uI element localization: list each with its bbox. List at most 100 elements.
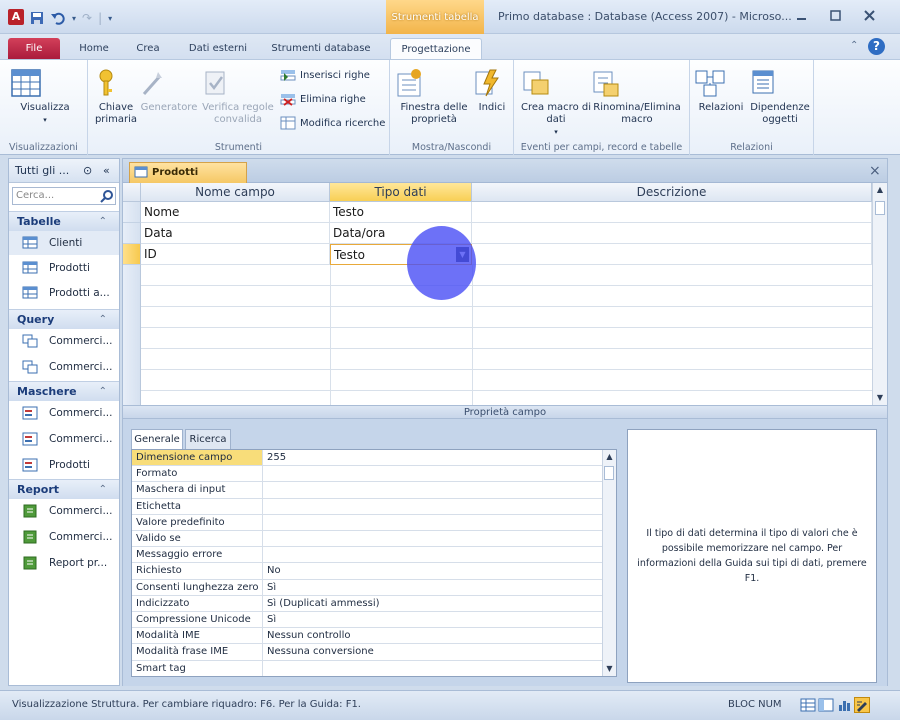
nav-item-maschera-prodotti[interactable]: Prodotti [9, 453, 119, 477]
tab-home[interactable]: Home [72, 38, 116, 60]
indici-button[interactable]: Indici [474, 68, 510, 114]
elimina-righe-button[interactable]: Elimina righe [280, 92, 366, 106]
dipendenze-oggetti-button[interactable]: Dipendenze oggetti [748, 68, 812, 126]
field-name-cell[interactable]: Nome [141, 202, 330, 223]
pivot-chart-view-icon[interactable] [836, 697, 852, 713]
column-header-tipo-dati[interactable]: Tipo dati [330, 183, 472, 202]
scroll-thumb[interactable] [604, 466, 614, 480]
scroll-up-icon[interactable]: ▲ [873, 183, 887, 197]
nav-item-query-1[interactable]: Commerci... [9, 329, 119, 353]
verifica-regole-convalida-button[interactable]: Verifica regole convalida [200, 68, 276, 126]
undo-icon[interactable] [50, 11, 66, 25]
nav-section-report[interactable]: Report ⌃ [9, 479, 119, 499]
description-cell[interactable] [472, 244, 872, 265]
tab-generale[interactable]: Generale [131, 429, 183, 450]
property-value-field[interactable] [265, 466, 601, 481]
data-type-cell[interactable]: Testo [330, 202, 472, 223]
field-name-cell[interactable]: Data [141, 223, 330, 244]
minimize-button[interactable] [788, 6, 816, 26]
inserisci-righe-button[interactable]: Inserisci righe [280, 68, 370, 82]
property-value-field[interactable]: Nessuna conversione [265, 644, 601, 659]
redo-icon[interactable]: ↷ [82, 11, 92, 25]
column-header-descrizione[interactable]: Descrizione [472, 183, 872, 202]
collapse-pane-icon[interactable]: « [103, 159, 110, 183]
nav-item-report-3[interactable]: Report pr... [9, 551, 119, 575]
nav-item-prodotti[interactable]: Prodotti [9, 256, 119, 280]
document-tab-prodotti-acquistati[interactable]: Prodotti acquistati [129, 162, 247, 198]
empty-grid-rows[interactable] [123, 265, 872, 405]
tab-crea[interactable]: Crea [126, 38, 170, 60]
nav-item-report-1[interactable]: Commerci... [9, 499, 119, 523]
nav-pane-header[interactable]: Tutti gli ... ⊙ « [9, 159, 119, 183]
column-header-nome-campo[interactable]: Nome campo [141, 183, 330, 202]
nav-item-report-2[interactable]: Commerci... [9, 525, 119, 549]
tab-dati-esterni[interactable]: Dati esterni [178, 38, 258, 60]
description-cell[interactable] [472, 202, 872, 223]
access-app-icon[interactable]: A [8, 9, 24, 25]
collapse-section-icon[interactable]: ⌃ [99, 382, 107, 402]
property-value-field[interactable] [265, 661, 601, 676]
save-icon[interactable] [30, 11, 44, 25]
rinomina-elimina-macro-button[interactable]: Rinomina/Elimina macro [590, 68, 684, 126]
minimize-ribbon-icon[interactable]: ⌃ [850, 40, 858, 51]
property-value-field[interactable]: Sì [265, 612, 601, 627]
nav-item-maschera-2[interactable]: Commerci... [9, 427, 119, 451]
property-value-field[interactable]: No [265, 563, 601, 578]
grid-vertical-scrollbar[interactable]: ▲ ▼ [872, 183, 887, 405]
property-name: Compressione Unicode [132, 612, 263, 628]
property-value-field[interactable]: 255 [265, 450, 601, 465]
nav-dropdown-icon[interactable]: ⊙ [83, 159, 92, 183]
row-selector[interactable] [123, 202, 141, 223]
relazioni-button[interactable]: Relazioni [694, 68, 748, 114]
property-value-field[interactable] [265, 482, 601, 497]
nav-section-tabelle[interactable]: Tabelle ⌃ [9, 211, 119, 231]
tab-file[interactable]: File [8, 38, 60, 60]
customize-qat-icon[interactable]: ▾ [108, 14, 112, 23]
collapse-section-icon[interactable]: ⌃ [99, 212, 107, 232]
close-document-icon[interactable]: × [869, 163, 881, 179]
maximize-button[interactable] [822, 6, 850, 26]
close-button[interactable] [856, 6, 884, 26]
collapse-section-icon[interactable]: ⌃ [99, 310, 107, 330]
collapse-section-icon[interactable]: ⌃ [99, 480, 107, 500]
datasheet-view-icon[interactable] [800, 697, 816, 713]
pivot-table-view-icon[interactable] [818, 697, 834, 713]
property-value-field[interactable] [265, 547, 601, 562]
property-value-field[interactable] [265, 515, 601, 530]
finestra-proprieta-button[interactable]: Finestra delle proprietà [394, 68, 474, 126]
nav-item-clienti[interactable]: Clienti [9, 231, 119, 255]
property-value-field[interactable]: Nessun controllo [265, 628, 601, 643]
design-view-icon[interactable] [854, 697, 870, 713]
chevron-down-icon[interactable]: ▾ [72, 14, 76, 23]
nav-section-maschere[interactable]: Maschere ⌃ [9, 381, 119, 401]
property-value-field[interactable] [265, 531, 601, 546]
help-icon[interactable]: ? [868, 38, 885, 55]
property-value-field[interactable]: Sì [265, 580, 601, 595]
modifica-ricerche-button[interactable]: Modifica ricerche [280, 116, 385, 130]
scroll-down-icon[interactable]: ▼ [873, 391, 887, 405]
nav-search-field[interactable]: Cerca... [12, 187, 116, 205]
tab-strumenti-database[interactable]: Strumenti database [264, 38, 378, 60]
tab-progettazione[interactable]: Progettazione [390, 38, 482, 60]
visualizza-button[interactable]: Visualizza ▾ [10, 68, 80, 126]
search-icon[interactable] [99, 188, 115, 204]
row-selector[interactable] [123, 223, 141, 244]
scroll-up-icon[interactable]: ▲ [603, 450, 616, 464]
nav-item-query-2[interactable]: Commerci... [9, 355, 119, 379]
property-value-field[interactable]: Sì (Duplicati ammessi) [265, 596, 601, 611]
nav-item-prodotti-acquistati[interactable]: Prodotti a... [9, 281, 119, 305]
field-name-cell[interactable]: ID [141, 244, 330, 265]
description-cell[interactable] [472, 223, 872, 244]
chiave-primaria-button[interactable]: Chiave primaria [94, 68, 138, 126]
nav-item-maschera-1[interactable]: Commerci... [9, 401, 119, 425]
empty-row-selectors [123, 265, 141, 405]
property-value-field[interactable] [265, 499, 601, 514]
nav-section-query[interactable]: Query ⌃ [9, 309, 119, 329]
scroll-down-icon[interactable]: ▼ [603, 662, 616, 676]
current-row-selector[interactable] [123, 244, 141, 265]
generatore-button[interactable]: Generatore [138, 68, 200, 114]
scroll-thumb[interactable] [875, 201, 885, 215]
crea-macro-dati-button[interactable]: Crea macro di dati ▾ [520, 68, 592, 138]
tab-ricerca[interactable]: Ricerca [185, 429, 231, 449]
property-grid-scrollbar[interactable]: ▲ ▼ [602, 450, 616, 676]
